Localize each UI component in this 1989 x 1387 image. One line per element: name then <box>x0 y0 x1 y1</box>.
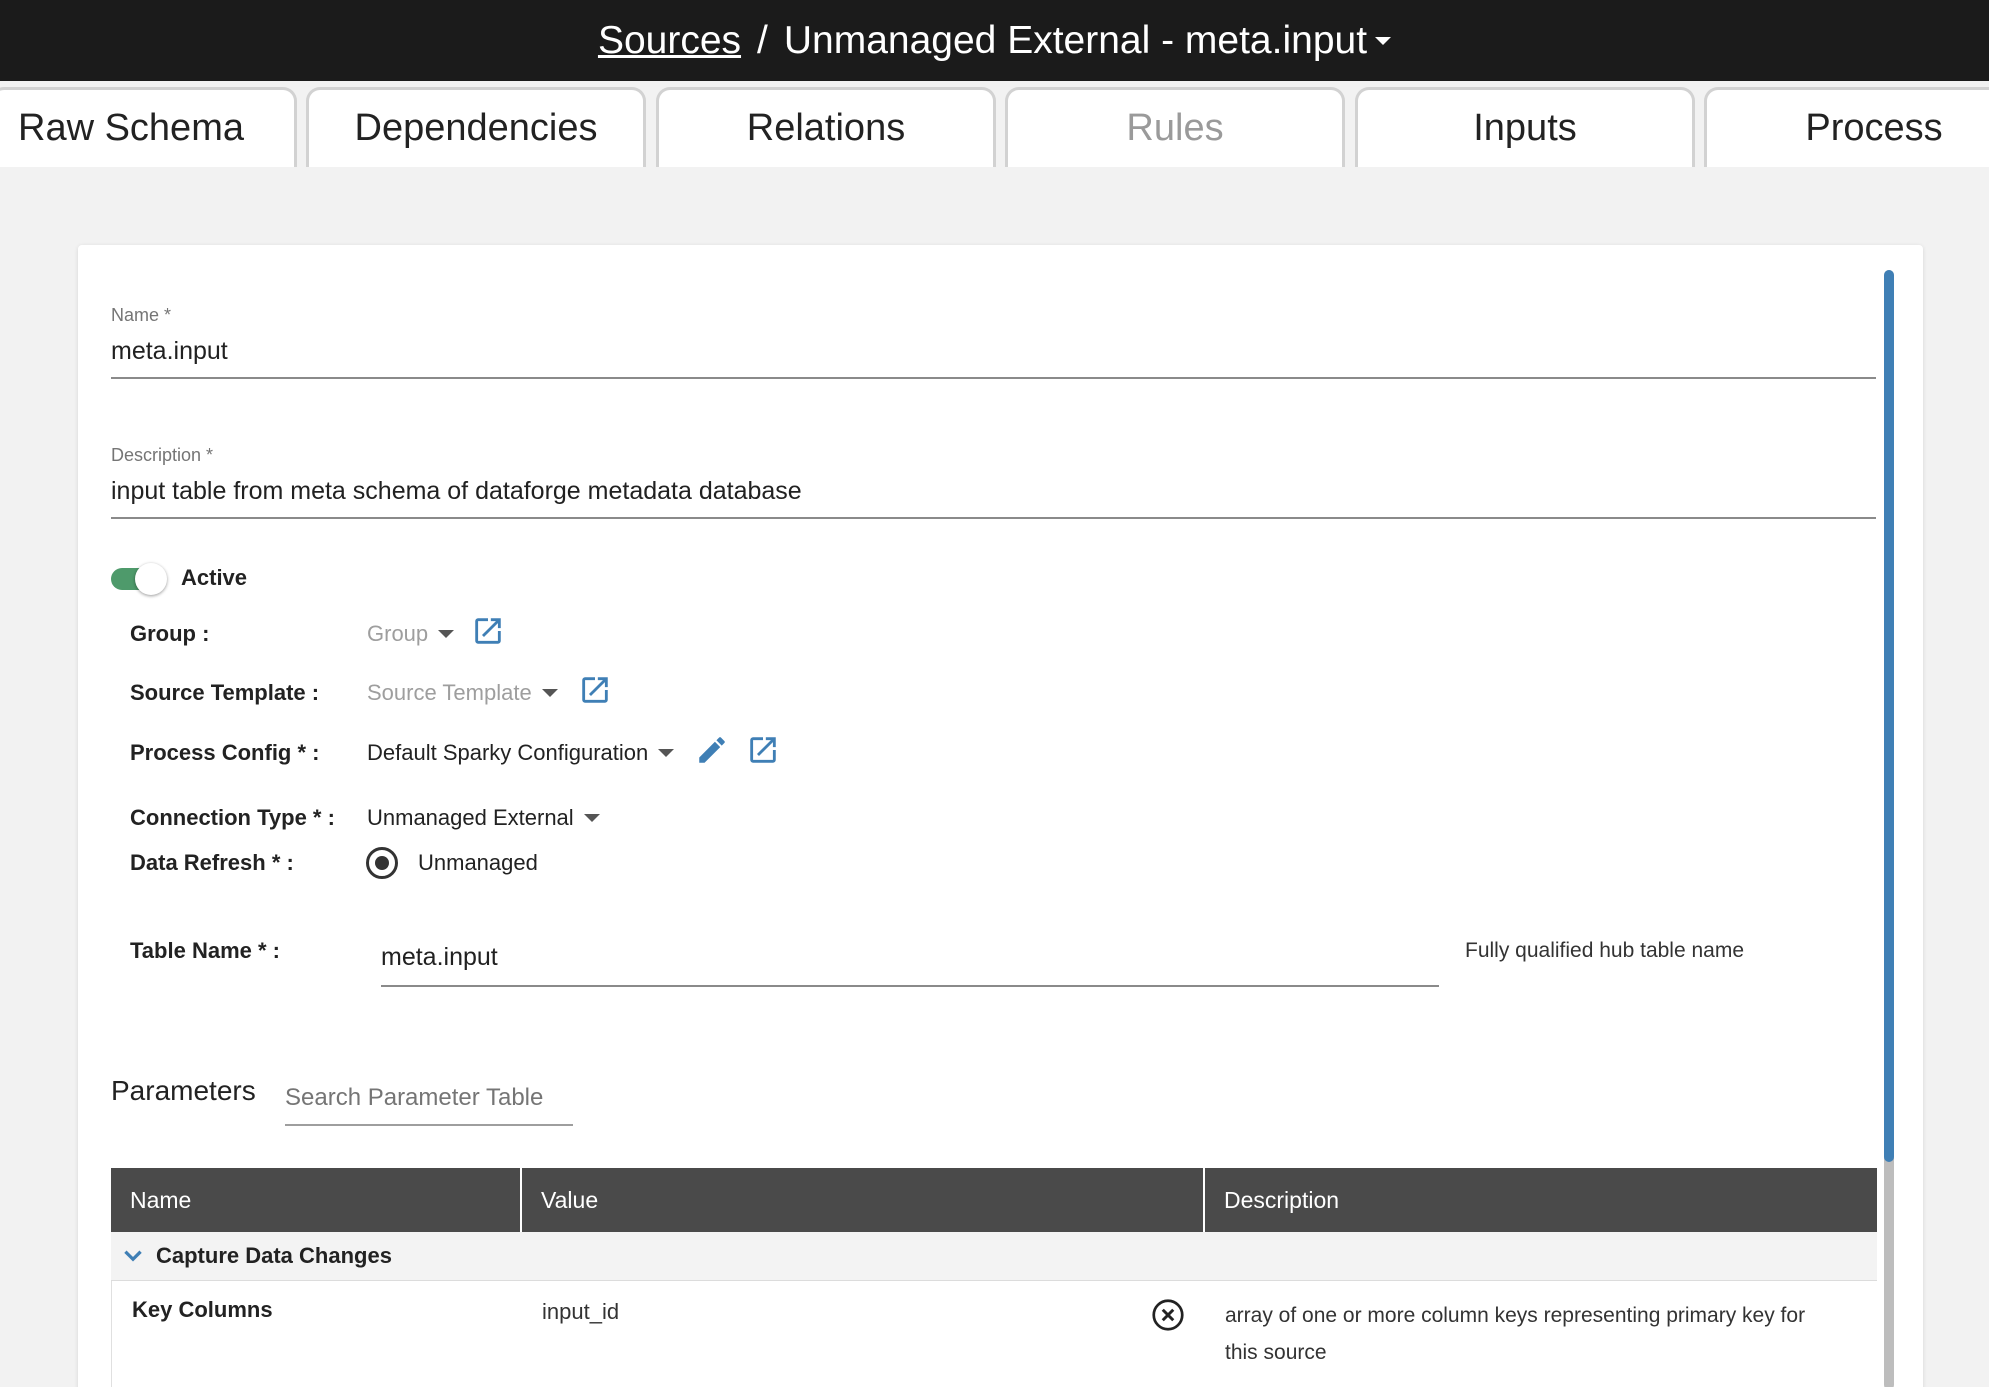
parameter-name-cell: Key Columns <box>132 1297 273 1322</box>
parameter-table-header: Name Value Description <box>111 1168 1877 1232</box>
process-config-open-in-new-icon[interactable] <box>746 733 780 767</box>
connection-type-select-value: Unmanaged External <box>367 805 574 830</box>
chevron-down-icon <box>658 749 675 757</box>
title-dropdown-icon[interactable] <box>1375 36 1392 45</box>
clear-value-circle-x-icon[interactable] <box>1150 1297 1186 1333</box>
connection-type-select[interactable]: Unmanaged External <box>367 805 600 831</box>
parameter-search-underline <box>285 1124 573 1126</box>
parameter-value-cell[interactable]: input_id <box>542 1299 619 1325</box>
data-refresh-option-label[interactable]: Unmanaged <box>418 850 538 876</box>
page-title[interactable]: Unmanaged External - meta.input <box>784 19 1367 63</box>
description-input-underline <box>111 517 1876 519</box>
parameters-title: Parameters <box>111 1075 256 1106</box>
name-field-label: Name * <box>111 305 172 325</box>
table-name-input[interactable]: meta.input <box>381 943 1439 985</box>
active-toggle[interactable] <box>111 563 167 595</box>
connection-type-label: Connection Type * : <box>130 805 335 830</box>
chevron-down-icon[interactable] <box>120 1243 146 1269</box>
process-config-select-value: Default Sparky Configuration <box>367 740 649 765</box>
tab-inputs[interactable]: Inputs <box>1355 87 1695 167</box>
chevron-down-icon <box>438 630 455 638</box>
tab-raw-schema[interactable]: Raw Schema <box>0 87 297 167</box>
active-label: Active <box>181 565 248 590</box>
parameter-description-line: this source <box>1225 1341 1327 1364</box>
table-row: Key Columns input_id array of one or mor… <box>111 1281 1877 1387</box>
tab-label: Raw Schema <box>18 107 244 149</box>
tab-label: Relations <box>746 107 906 149</box>
group-select[interactable]: Group <box>367 621 455 647</box>
tab-strip: Raw Schema Dependencies Relations Rules … <box>0 81 1989 167</box>
tab-label: Dependencies <box>354 107 598 149</box>
group-label: Group : <box>130 621 210 646</box>
chevron-down-icon <box>583 814 600 822</box>
table-name-hint: Fully qualified hub table name <box>1465 939 1745 962</box>
group-open-in-new-icon[interactable] <box>471 614 505 648</box>
top-bar: Sources / Unmanaged External - meta.inpu… <box>0 0 1989 81</box>
process-config-pencil-icon[interactable] <box>695 733 729 767</box>
tab-rules[interactable]: Rules <box>1005 87 1345 167</box>
parameter-group-label: Capture Data Changes <box>156 1243 392 1268</box>
scrollbar-thumb[interactable] <box>1884 270 1894 1162</box>
radio-dot <box>375 856 389 870</box>
process-config-label: Process Config * : <box>130 740 320 765</box>
table-name-input-underline <box>381 985 1439 987</box>
data-refresh-unmanaged-radio[interactable] <box>366 847 398 879</box>
source-template-select-value: Source Template <box>367 680 532 705</box>
column-header-name[interactable]: Name <box>111 1168 520 1232</box>
tab-process[interactable]: Process <box>1704 87 1989 167</box>
tab-dependencies[interactable]: Dependencies <box>306 87 646 167</box>
breadcrumb-sources-link[interactable]: Sources <box>598 19 741 63</box>
group-select-value: Group <box>367 621 429 646</box>
parameter-search-input[interactable]: Search Parameter Table <box>285 1084 573 1124</box>
parameter-group-row[interactable]: Capture Data Changes <box>111 1232 1877 1281</box>
chevron-down-icon <box>541 689 558 697</box>
name-input[interactable]: meta.input <box>111 337 1876 377</box>
description-field-label: Description * <box>111 445 214 465</box>
source-template-label: Source Template : <box>130 680 320 705</box>
column-header-value[interactable]: Value <box>522 1168 1203 1232</box>
source-template-select[interactable]: Source Template <box>367 680 558 706</box>
column-header-description[interactable]: Description <box>1205 1168 1877 1232</box>
tab-label: Process <box>1805 107 1943 149</box>
description-input[interactable]: input table from meta schema of dataforg… <box>111 477 1876 517</box>
source-template-open-in-new-icon[interactable] <box>578 673 612 707</box>
tab-relations[interactable]: Relations <box>656 87 996 167</box>
parameter-description-line: array of one or more column keys represe… <box>1225 1304 1806 1327</box>
name-input-underline <box>111 377 1876 379</box>
tab-label: Rules <box>1126 107 1224 149</box>
parameter-description-cell: array of one or more column keys represe… <box>1225 1297 1805 1371</box>
toggle-knob <box>135 563 167 595</box>
breadcrumb-separator: / <box>757 18 768 62</box>
process-config-select[interactable]: Default Sparky Configuration <box>367 740 675 766</box>
table-name-label: Table Name * : <box>130 938 280 963</box>
tab-label: Inputs <box>1473 107 1577 149</box>
data-refresh-label: Data Refresh * : <box>130 850 294 875</box>
